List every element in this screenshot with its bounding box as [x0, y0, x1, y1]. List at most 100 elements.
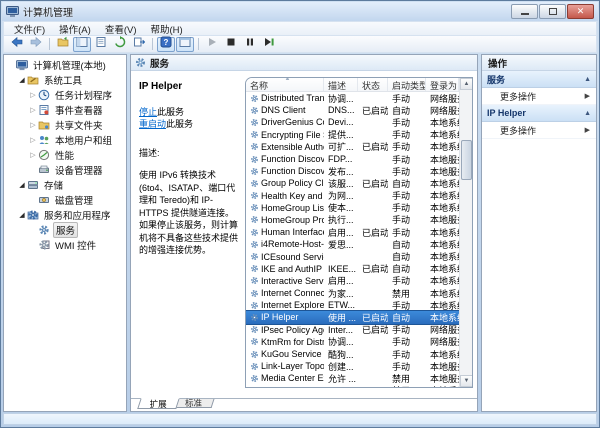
- service-logon: 网络服务: [430, 325, 459, 336]
- service-row-KtmRm for Distri...[interactable]: KtmRm for Distri... 协调... 手动 网络服务: [246, 336, 459, 348]
- refresh-button[interactable]: [111, 36, 129, 52]
- pause-icon: [244, 35, 256, 53]
- service-startup: 禁用: [392, 373, 411, 384]
- scroll-down-icon[interactable]: ▼: [460, 375, 472, 387]
- actions-section-服务[interactable]: 服务 ▲: [482, 71, 596, 88]
- service-logon: 本地系统: [430, 117, 459, 128]
- export-list-button[interactable]: [130, 37, 148, 52]
- stop-service-link[interactable]: 停止: [139, 107, 157, 117]
- back-button[interactable]: [8, 36, 26, 52]
- service-desc: 为家...: [328, 288, 354, 299]
- column-header-2[interactable]: 状态: [358, 78, 388, 91]
- service-item-icon: [250, 167, 259, 176]
- service-name: ICEsound Service: [261, 251, 324, 262]
- scrollbar-thumb[interactable]: [461, 140, 472, 180]
- properties-button[interactable]: [92, 37, 110, 52]
- export-folder-button[interactable]: [54, 36, 72, 52]
- service-row-Internet Explore...[interactable]: Internet Explore... ETW... 手动 本地系统: [246, 299, 459, 311]
- tree-item-磁盘管理[interactable]: 磁盘管理: [4, 192, 126, 207]
- service-row-Distributed Tran...[interactable]: Distributed Tran... 协调... 手动 网络服务: [246, 92, 459, 104]
- collapsed-arrow-icon[interactable]: ▷: [28, 136, 38, 144]
- service-row-HomeGroup Pro...[interactable]: HomeGroup Pro... 执行... 手动 本地服务: [246, 214, 459, 226]
- service-row-Encrypting File S...[interactable]: Encrypting File S... 提供... 手动 本地系统: [246, 129, 459, 141]
- collapse-icon[interactable]: ▲: [584, 110, 591, 117]
- tree-item-系统工具[interactable]: ◢ 系统工具: [4, 72, 126, 87]
- play-button[interactable]: [203, 37, 221, 52]
- service-row-HomeGroup List...[interactable]: HomeGroup List... 使本... 手动 本地系统: [246, 202, 459, 214]
- tree-item-共享文件夹[interactable]: ▷ 共享文件夹: [4, 117, 126, 132]
- console-tree-icon: [76, 35, 88, 53]
- tree-item-计算机管理(本地)[interactable]: 计算机管理(本地): [4, 57, 126, 72]
- console-tree-button[interactable]: [73, 35, 91, 53]
- close-icon: ✕: [576, 6, 585, 16]
- service-row-IPsec Policy Agent[interactable]: IPsec Policy Agent Inter... 已启动手动 网络服务: [246, 324, 459, 336]
- service-row-Interactive Servi...[interactable]: Interactive Servi... 启用... 手动 本地系统: [246, 275, 459, 287]
- tab-扩展[interactable]: 扩展: [137, 398, 180, 409]
- service-name: DNS Client: [261, 105, 306, 116]
- service-row-Group Policy Cli...[interactable]: Group Policy Cli... 该服... 已启动自动 本地系统: [246, 177, 459, 189]
- service-name: Distributed Tran...: [261, 93, 324, 104]
- expanded-arrow-icon[interactable]: ◢: [17, 76, 27, 84]
- service-row-DriverGenius Co...[interactable]: DriverGenius Co... Devi... 手动 本地系统: [246, 116, 459, 128]
- collapsed-arrow-icon[interactable]: ▷: [28, 121, 38, 129]
- stop-button[interactable]: [222, 37, 240, 52]
- service-row-i4Remote-Host-...[interactable]: i4Remote-Host-... 爱思... 自动 本地系统: [246, 238, 459, 250]
- tree-item-服务[interactable]: 服务: [4, 221, 126, 238]
- collapsed-arrow-icon[interactable]: ▷: [28, 151, 38, 159]
- service-row-Health Key and ...[interactable]: Health Key and ... 为网... 手动 本地系统: [246, 190, 459, 202]
- collapsed-arrow-icon[interactable]: ▷: [28, 106, 38, 114]
- more-actions-item[interactable]: 更多操作 ▶: [482, 122, 596, 139]
- tree-item-存储[interactable]: ◢ 存储: [4, 177, 126, 192]
- service-row-IKE and AuthIP I...[interactable]: IKE and AuthIP I... IKEE... 已启动自动 本地系统: [246, 263, 459, 275]
- pause-button[interactable]: [241, 37, 259, 52]
- collapsed-arrow-icon[interactable]: ▷: [28, 91, 38, 99]
- service-row-DNS Client[interactable]: DNS Client DNS... 已启动自动 网络服务: [246, 104, 459, 116]
- event-viewer-icon: [38, 104, 50, 116]
- vertical-scrollbar[interactable]: ▲ ▼: [459, 78, 472, 387]
- service-row-Link-Layer Topol...[interactable]: Link-Layer Topol... 创建... 手动 本地服务: [246, 360, 459, 372]
- tree-item-性能[interactable]: ▷ 性能: [4, 147, 126, 162]
- actions-section-IP Helper[interactable]: IP Helper ▲: [482, 105, 596, 122]
- column-header-3[interactable]: 启动类型: [388, 78, 426, 91]
- maximize-button[interactable]: [539, 4, 566, 19]
- column-header-4[interactable]: 登录为: [426, 78, 459, 91]
- tree-item-服务和应用程序[interactable]: ◢ 服务和应用程序: [4, 207, 126, 222]
- expanded-arrow-icon[interactable]: ◢: [17, 211, 27, 219]
- more-actions-item[interactable]: 更多操作 ▶: [482, 88, 596, 105]
- minimize-button[interactable]: [511, 4, 538, 19]
- restart-button[interactable]: [260, 37, 278, 52]
- service-name: KuGou Service: [261, 349, 322, 360]
- tree-item-任务计划程序[interactable]: ▷ 任务计划程序: [4, 87, 126, 102]
- column-header-1[interactable]: 描述: [324, 78, 358, 91]
- service-row-Internet Connect...[interactable]: Internet Connect... 为家... 禁用 本地系统: [246, 287, 459, 299]
- service-row-IP Helper[interactable]: IP Helper 使用 ... 已启动自动 本地系统: [246, 310, 459, 325]
- titlebar[interactable]: 计算机管理 ✕: [2, 2, 598, 21]
- forward-button[interactable]: [27, 36, 45, 52]
- svg-text:?: ?: [164, 38, 169, 47]
- close-button[interactable]: ✕: [567, 4, 594, 19]
- scroll-up-icon[interactable]: ▲: [460, 78, 472, 90]
- service-name: Extensible Authe...: [261, 141, 324, 152]
- window-pane-button[interactable]: [176, 36, 194, 52]
- service-row-KuGou Service[interactable]: KuGou Service 酷狗... 手动 本地系统: [246, 348, 459, 360]
- service-desc: Devi...: [328, 117, 354, 128]
- tree-item-本地用户和组[interactable]: ▷ 本地用户和组: [4, 132, 126, 147]
- tree-item-设备管理器[interactable]: 设备管理器: [4, 162, 126, 177]
- expanded-arrow-icon[interactable]: ◢: [17, 181, 27, 189]
- tree-item-WMI 控件[interactable]: WMI 控件: [4, 237, 126, 252]
- tree-item-事件查看器[interactable]: ▷ 事件查看器: [4, 102, 126, 117]
- column-header-0[interactable]: ▲ 名称: [246, 78, 324, 91]
- service-row-Function Discove...[interactable]: Function Discove... FDP... 手动 本地服务: [246, 153, 459, 165]
- help-button[interactable]: ?: [157, 36, 175, 52]
- collapse-icon[interactable]: ▲: [584, 76, 591, 83]
- services-icon: [38, 224, 50, 236]
- view-tabs: 扩展 标准: [131, 398, 477, 411]
- service-row-Extensible Authe...[interactable]: Extensible Authe... 可扩... 已启动手动 本地系统: [246, 141, 459, 153]
- restart-service-link[interactable]: 重启动: [139, 119, 166, 129]
- service-row-Human Interface...[interactable]: Human Interface... 启用... 已启动手动 本地系统: [246, 226, 459, 238]
- service-row-Media Center Ex...[interactable]: Media Center Ex... 允许 ... 禁用 本地服务: [246, 372, 459, 384]
- service-row-Microsoft .NET F...[interactable]: Microsoft .NET F...Micr... 禁用本地系统: [246, 385, 459, 387]
- service-row-Function Discove...[interactable]: Function Discove... 发布... 手动 本地服务: [246, 165, 459, 177]
- service-row-ICEsound Service[interactable]: ICEsound Service 自动 本地系统: [246, 250, 459, 262]
- service-desc: 启用...: [328, 276, 354, 287]
